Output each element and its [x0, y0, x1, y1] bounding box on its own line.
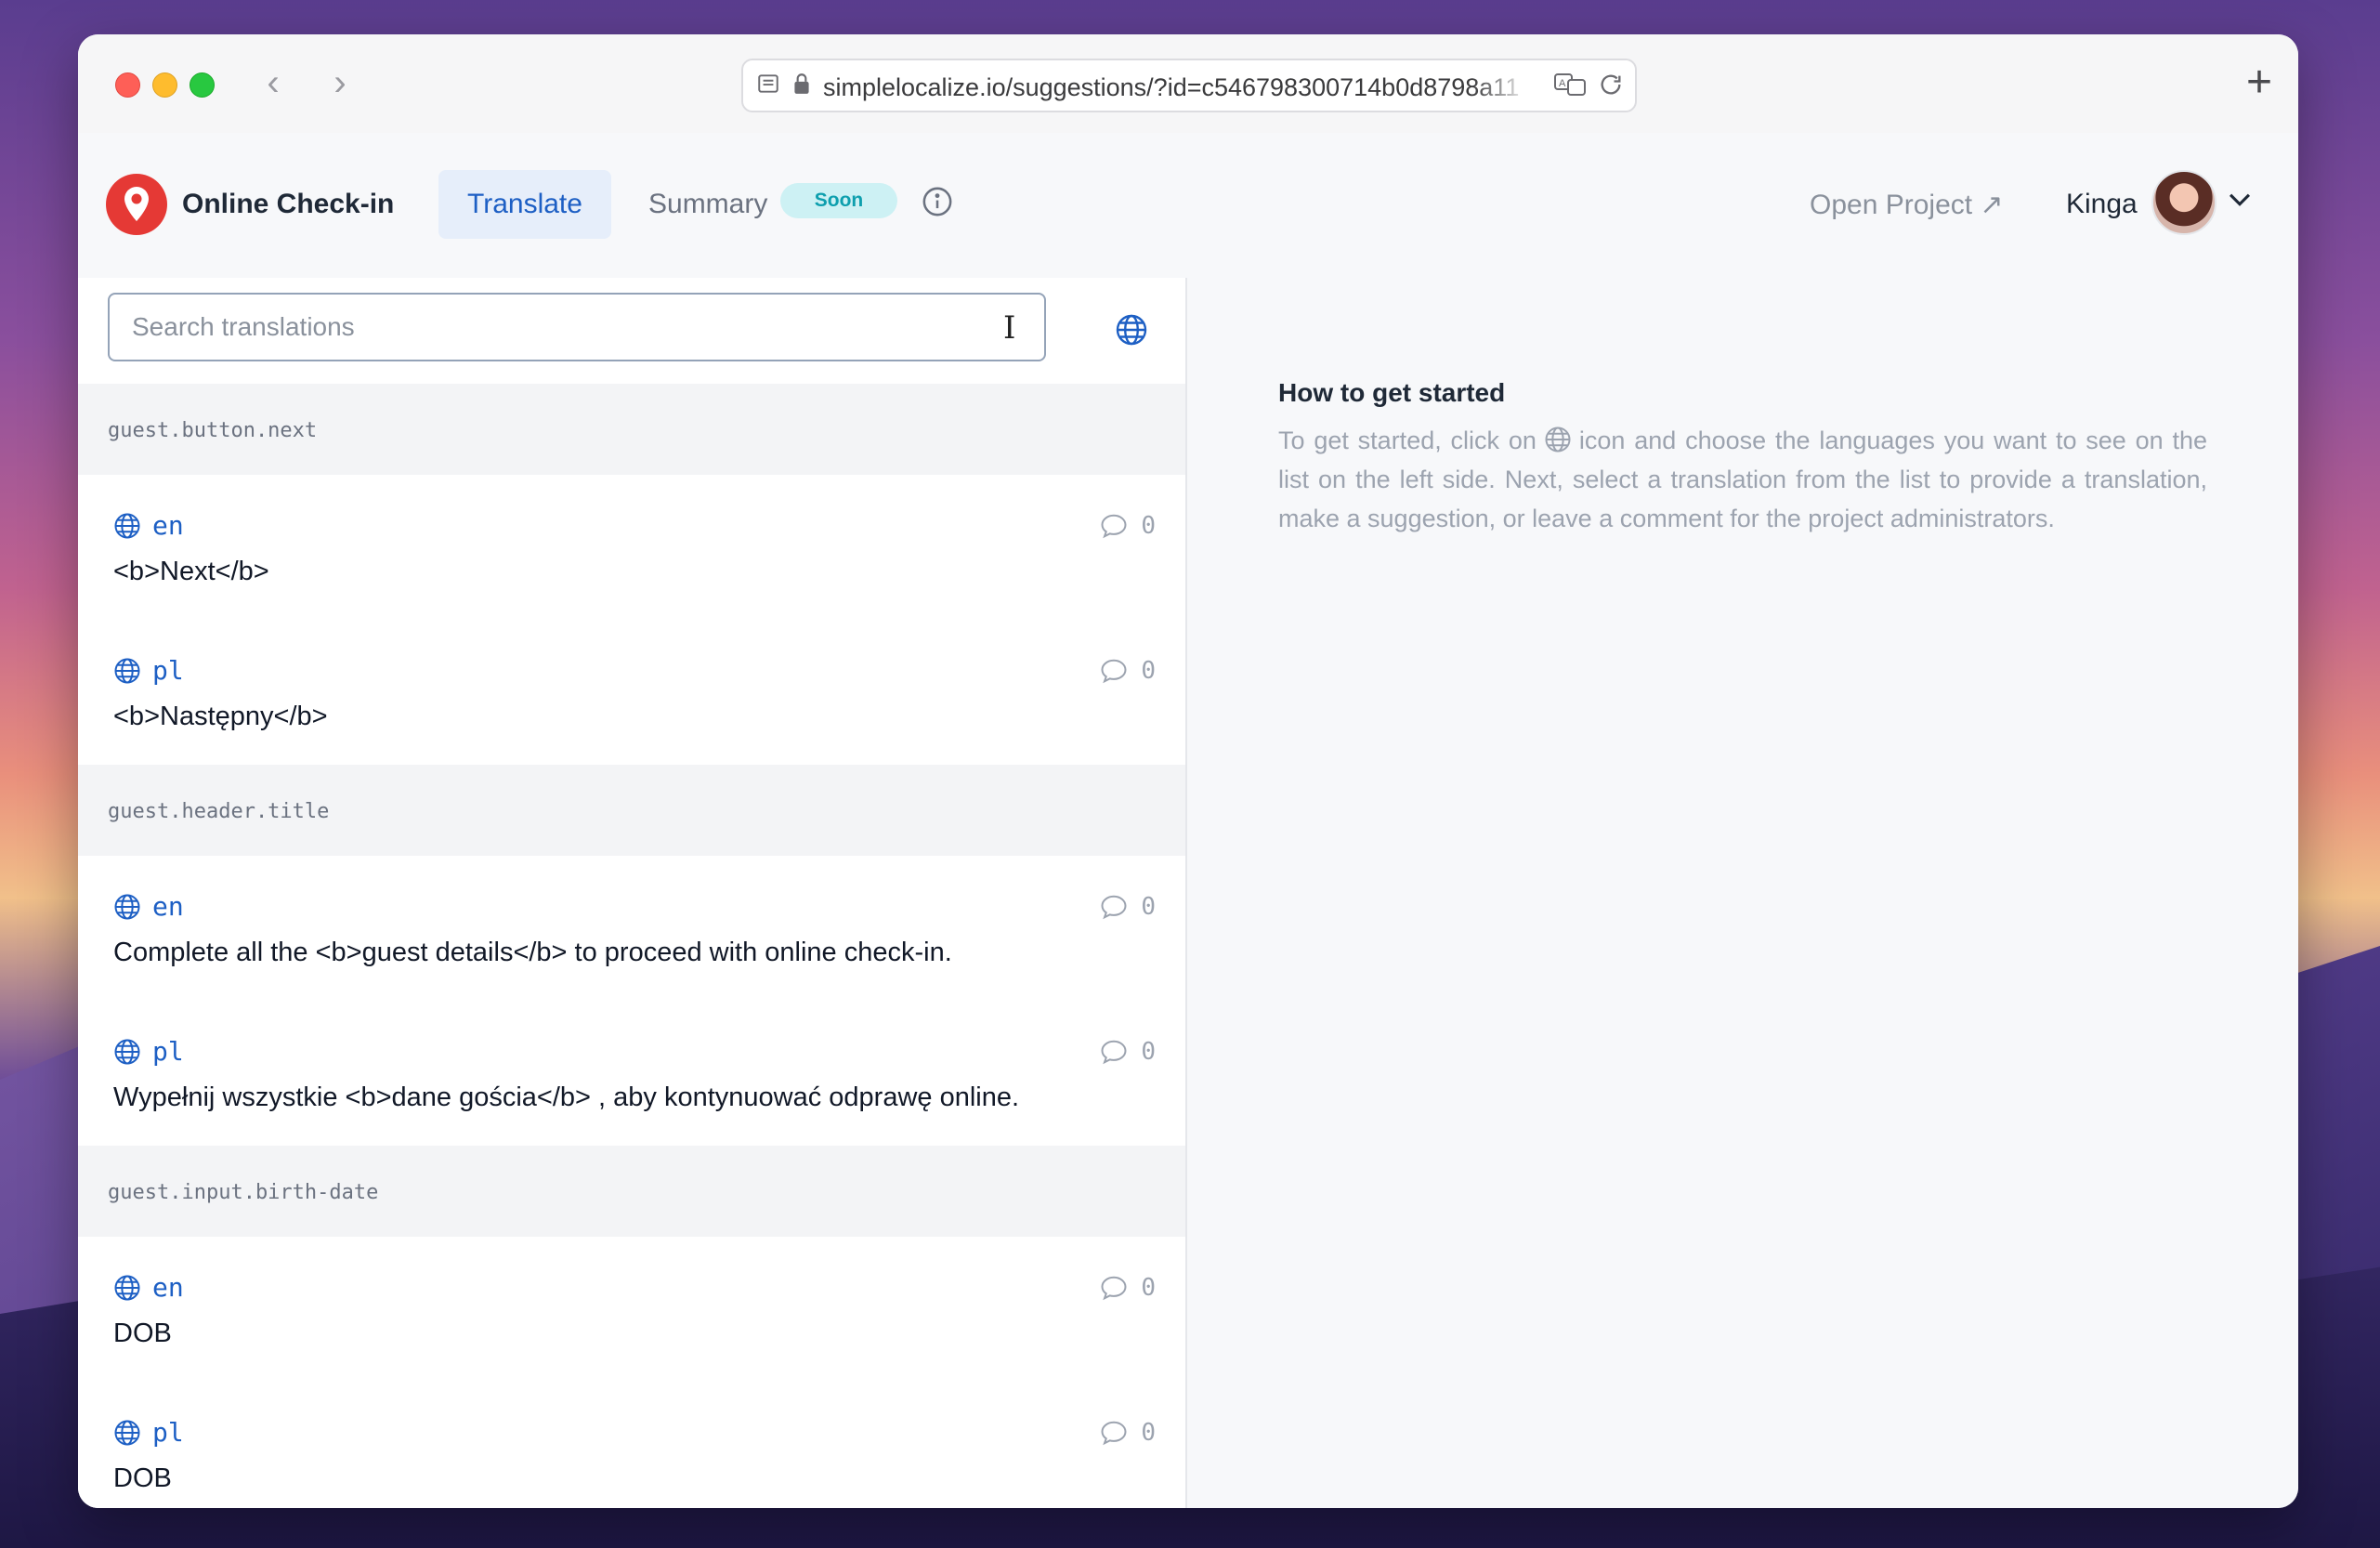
language-code: pl: [152, 655, 184, 686]
language-code: pl: [152, 1417, 184, 1448]
translation-key: guest.header.title: [108, 800, 330, 823]
soon-badge: Soon: [780, 183, 897, 218]
help-text: To get started, click on icon and choose …: [1278, 421, 2207, 538]
comment-count[interactable]: 0: [1100, 657, 1156, 685]
translation-row[interactable]: pl 0 <b>Następny</b>: [78, 620, 1185, 767]
translation-key-row: guest.input.birth-date: [78, 1146, 1185, 1239]
project-name: Online Check-in: [182, 189, 395, 219]
language-code: en: [152, 510, 184, 541]
translation-key: guest.button.next: [108, 419, 318, 442]
minimize-window-button[interactable]: [152, 72, 177, 98]
language-code: en: [152, 891, 184, 922]
back-icon[interactable]: ‹: [255, 64, 292, 101]
translation-key: guest.input.birth-date: [108, 1181, 379, 1204]
language-code: pl: [152, 1036, 184, 1067]
translate-icon[interactable]: A: [1553, 72, 1589, 102]
new-tab-icon[interactable]: +: [2246, 57, 2272, 109]
browser-window: ‹ › simplelocalize.io/suggestions/?id=c5…: [78, 34, 2298, 1508]
globe-icon: [113, 657, 141, 689]
translation-text[interactable]: DOB: [113, 1318, 172, 1349]
comment-icon: [1100, 1038, 1141, 1066]
comment-count-value: 0: [1141, 1038, 1156, 1066]
help-title: How to get started: [1278, 378, 1506, 407]
globe-icon: [1545, 426, 1571, 453]
reload-icon[interactable]: [1598, 72, 1624, 102]
help-panel: How to get started To get started, click…: [1187, 278, 2298, 1508]
comment-count-value: 0: [1141, 512, 1156, 540]
zoom-window-button[interactable]: [190, 72, 215, 98]
comment-count-value: 0: [1141, 1419, 1156, 1447]
search-input[interactable]: [108, 293, 1046, 361]
close-window-button[interactable]: [115, 72, 140, 98]
globe-icon[interactable]: [1115, 313, 1148, 351]
globe-icon: [113, 1419, 141, 1451]
text-cursor-icon: I: [1003, 309, 1016, 347]
logo-pin-icon[interactable]: [106, 174, 167, 235]
comment-icon: [1100, 512, 1141, 540]
language-code: en: [152, 1272, 184, 1303]
translation-row[interactable]: pl 0 DOB: [78, 1382, 1185, 1508]
comment-count[interactable]: 0: [1100, 893, 1156, 921]
translation-key-row: guest.header.title: [78, 765, 1185, 858]
globe-icon: [113, 893, 141, 925]
sidebar-icon[interactable]: [756, 72, 780, 100]
user-name[interactable]: Kinga: [2066, 189, 2138, 220]
chevron-down-icon[interactable]: [2224, 183, 2256, 219]
translation-text[interactable]: <b>Next</b>: [113, 557, 269, 587]
translation-row[interactable]: en 0 DOB: [78, 1237, 1185, 1384]
translation-row[interactable]: en 0 Complete all the <b>guest details</b>…: [78, 856, 1185, 1003]
comment-icon: [1100, 1274, 1141, 1302]
comment-icon: [1100, 893, 1141, 921]
app-header: Online Check-in Translate Summary Soon O…: [78, 133, 2298, 280]
translation-text[interactable]: DOB: [113, 1463, 172, 1494]
info-icon[interactable]: [922, 186, 953, 222]
translation-key-row: guest.button.next: [78, 384, 1185, 477]
translation-text[interactable]: <b>Następny</b>: [113, 702, 328, 732]
comment-count[interactable]: 0: [1100, 1038, 1156, 1066]
svg-text:A: A: [1559, 78, 1566, 89]
avatar[interactable]: [2151, 170, 2217, 235]
search-bar: I: [78, 278, 1185, 386]
globe-icon: [113, 1038, 141, 1070]
forward-icon[interactable]: ›: [321, 64, 359, 101]
globe-icon: [113, 512, 141, 544]
globe-icon: [113, 1274, 141, 1306]
address-bar[interactable]: simplelocalize.io/suggestions/?id=c54679…: [741, 59, 1637, 112]
translation-row[interactable]: en 0 <b>Next</b>: [78, 475, 1185, 622]
tab-translate[interactable]: Translate: [438, 170, 611, 239]
comment-count[interactable]: 0: [1100, 1274, 1156, 1302]
comment-icon: [1100, 1419, 1141, 1447]
comment-icon: [1100, 657, 1141, 685]
comment-count[interactable]: 0: [1100, 512, 1156, 540]
open-project-link[interactable]: Open Project ↗: [1810, 189, 2004, 221]
url-text[interactable]: simplelocalize.io/suggestions/?id=c54679…: [823, 73, 1529, 102]
lock-icon: [791, 72, 812, 100]
comment-count[interactable]: 0: [1100, 1419, 1156, 1447]
translation-text[interactable]: Wypełnij wszystkie <b>dane gościa</b> , …: [113, 1082, 1019, 1113]
translations-panel: I guest.button.next en 0 <b>Next</b> pl 0 <b>N…: [78, 278, 1187, 1508]
help-text-part: To get started, click on: [1278, 426, 1537, 454]
browser-titlebar: ‹ › simplelocalize.io/suggestions/?id=c5…: [78, 34, 2298, 135]
comment-count-value: 0: [1141, 893, 1156, 921]
tab-summary[interactable]: Summary: [648, 189, 767, 220]
translation-row[interactable]: pl 0 Wypełnij wszystkie <b>dane gościa</b>…: [78, 1001, 1185, 1148]
comment-count-value: 0: [1141, 657, 1156, 685]
translation-text[interactable]: Complete all the <b>guest details</b> to…: [113, 938, 952, 968]
comment-count-value: 0: [1141, 1274, 1156, 1302]
